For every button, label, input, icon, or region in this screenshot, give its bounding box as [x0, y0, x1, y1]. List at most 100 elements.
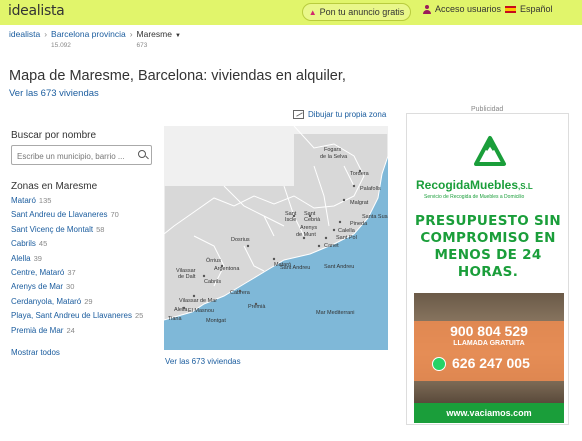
list-item: Alella 39: [11, 254, 143, 268]
map-label: Santa Susanna: [362, 214, 388, 220]
zone-link[interactable]: Cerdanyola, Mataró: [11, 297, 81, 306]
map-label: Dosrius: [231, 237, 250, 243]
ad-photo: 900 804 529 LLAMADA GRATUITA 626 247 005: [414, 293, 564, 403]
map-label: Canet: [324, 243, 339, 249]
ad-label: Publicidad: [471, 106, 504, 113]
zone-link[interactable]: Playa, Sant Andreu de Llavaneres: [11, 311, 132, 320]
user-icon: [423, 4, 431, 14]
ad-url: www.vaciamos.com: [414, 403, 564, 423]
map-label: Iscle: [285, 217, 296, 223]
map-label: Premià: [248, 304, 266, 310]
map-label: Palafolls: [360, 186, 381, 192]
zone-link[interactable]: Mataró: [11, 196, 36, 205]
zone-link[interactable]: Premià de Mar: [11, 326, 63, 335]
zones-title: Zonas en Maresme: [11, 181, 98, 192]
see-all-listings-link[interactable]: Ver las 673 viviendas: [9, 88, 99, 99]
draw-zone-link[interactable]: Dibujar tu propia zona: [293, 110, 386, 119]
map-svg: Fogars de la Selva Tordera Palafolls Mal…: [164, 126, 388, 350]
show-all-zones-link[interactable]: Mostrar todos: [11, 348, 60, 357]
breadcrumb-item-province: Barcelona provincia 15.092: [51, 29, 126, 49]
draw-zone-icon: [293, 110, 304, 119]
idealista-logo[interactable]: idealista: [8, 3, 65, 19]
whatsapp-icon: [432, 357, 446, 371]
zone-link[interactable]: Sant Andreu de Llavaneres: [11, 210, 108, 219]
breadcrumb-count-current: 673: [136, 42, 148, 49]
search-icon[interactable]: [138, 150, 146, 158]
zone-count: 30: [66, 282, 75, 292]
breadcrumb-separator: ›: [44, 29, 48, 39]
breadcrumb: idealista › Barcelona provincia 15.092 ›…: [9, 29, 181, 49]
list-item: Premià de Mar 24: [11, 326, 143, 340]
map-label: Pineda: [350, 221, 368, 227]
zone-link[interactable]: Alella: [11, 254, 31, 263]
map-label: Òrrius: [206, 257, 221, 264]
map-label: Malgrat: [350, 200, 369, 206]
map-label: Arenys: [300, 225, 317, 231]
breadcrumb-item-home: idealista: [9, 29, 40, 49]
ad-whatsapp-number: 626 247 005: [452, 355, 530, 371]
map-label: Mataró: [274, 262, 291, 268]
login-button[interactable]: Acceso usuarios: [423, 4, 501, 14]
pin-icon: ▲: [308, 7, 317, 17]
list-item: Cabrils 45: [11, 239, 143, 253]
spain-flag-icon: [505, 5, 516, 13]
map-label: Alella: [174, 307, 188, 313]
zone-count: 58: [96, 224, 105, 234]
list-item: Centre, Mataró 37: [11, 268, 143, 282]
zone-count: 29: [84, 296, 93, 306]
zone-count: 24: [66, 325, 75, 335]
region-map[interactable]: Fogars de la Selva Tordera Palafolls Mal…: [164, 126, 388, 350]
map-label: Vilassar de Mar: [179, 298, 217, 304]
search-box: [11, 145, 152, 166]
map-label: Montgat: [206, 318, 226, 324]
map-label: El Masnou: [188, 308, 214, 314]
map-label: Tiana: [168, 316, 182, 322]
map-label: Cebrià: [304, 217, 321, 223]
breadcrumb-link-province[interactable]: Barcelona provincia: [51, 29, 126, 39]
map-label: de Dalt: [178, 274, 196, 280]
caret-down-icon: ▼: [174, 33, 181, 39]
ad-brand: RecogidaMuebles,S.L: [416, 178, 533, 192]
zone-count: 37: [67, 267, 76, 277]
list-item: Cerdanyola, Mataró 29: [11, 297, 143, 311]
map-label: Argentona: [214, 266, 240, 272]
zone-count: 39: [33, 253, 42, 263]
zone-count: 45: [38, 239, 48, 249]
language-label: Español: [520, 4, 553, 14]
zone-link[interactable]: Cabrils: [11, 239, 36, 248]
breadcrumb-item-current[interactable]: Maresme ▼ 673: [137, 29, 181, 49]
zone-count: 70: [110, 210, 119, 220]
login-label: Acceso usuarios: [435, 4, 502, 14]
search-label: Buscar por nombre: [11, 130, 97, 141]
search-input[interactable]: [12, 147, 132, 166]
breadcrumb-separator: ›: [129, 29, 133, 39]
page-title: Mapa de Maresme, Barcelona: viviendas en…: [9, 68, 346, 84]
see-all-listings-bottom-link[interactable]: Ver las 673 viviendas: [165, 357, 241, 366]
top-bar: idealista ▲ Pon tu anuncio gratis Acceso…: [0, 0, 582, 25]
post-ad-label: Pon tu anuncio gratis: [319, 7, 405, 17]
zone-count: 135: [38, 196, 52, 205]
ad-headline: PRESUPUESTO SIN COMPROMISO EN MENOS DE 2…: [415, 213, 561, 280]
breadcrumb-count-province: 15.092: [51, 42, 71, 49]
zones-list: Mataró 135 Sant Andreu de Llavaneres 70 Sa…: [11, 196, 143, 340]
map-label: de la Selva: [320, 154, 348, 160]
zone-count: 25: [134, 311, 144, 321]
map-label: Sant Pol: [336, 235, 357, 241]
ad-call-text: LLAMADA GRATUITA: [453, 340, 525, 347]
draw-zone-label: Dibujar tu propia zona: [308, 110, 387, 119]
list-item: Sant Vicenç de Montalt 58: [11, 225, 143, 239]
zone-link[interactable]: Sant Vicenç de Montalt: [11, 225, 93, 234]
list-item: Playa, Sant Andreu de Llavaneres 25: [11, 311, 143, 325]
post-ad-button[interactable]: ▲ Pon tu anuncio gratis: [302, 3, 411, 21]
list-item: Mataró 135: [11, 196, 143, 210]
list-item: Sant Andreu de Llavaneres 70: [11, 210, 143, 224]
recycle-logo-icon: [474, 136, 506, 166]
zone-link[interactable]: Arenys de Mar: [11, 282, 63, 291]
list-item: Arenys de Mar 30: [11, 282, 143, 296]
ad-tagline: Servicio de Recogida de Muebles a Domici…: [424, 194, 525, 200]
breadcrumb-link-home[interactable]: idealista: [9, 29, 40, 39]
zone-link[interactable]: Centre, Mataró: [11, 268, 64, 277]
language-selector[interactable]: Español: [505, 4, 553, 14]
map-label: de Munt: [296, 232, 316, 238]
ad-phone: 900 804 529: [450, 323, 528, 339]
